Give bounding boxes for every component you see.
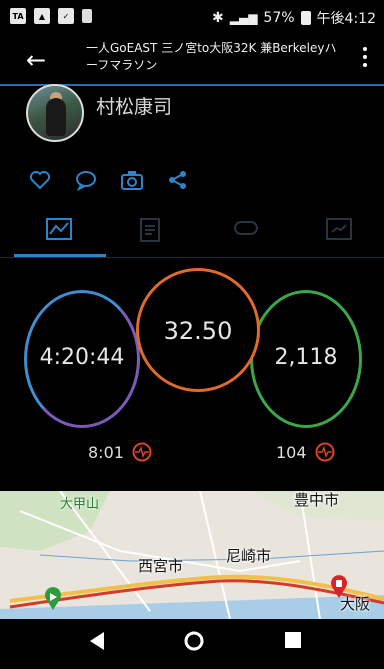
tab-overview[interactable] [46,218,72,242]
pace-value: 8:01 [88,442,124,462]
more-options-icon[interactable] [362,47,368,67]
battery-percent: 57% [263,10,295,26]
status-right: ✱ ▂▄▆ 57% 午後4:12 [212,8,376,28]
android-nav-bar [0,619,384,669]
shield-icon: ✓ [58,8,74,24]
heart-rate-stat: 104 [276,442,335,462]
comment-icon[interactable] [74,168,98,192]
tab-bar [0,208,384,258]
ta-app-icon: TA [10,8,26,24]
heart-rate-value: 104 [276,442,307,462]
map-label-toyonaka: 豊中市 [294,491,340,509]
recents-nav-icon[interactable] [284,631,302,649]
start-pin-icon [45,587,61,610]
share-icon[interactable] [166,168,190,192]
map-label-kabutoyama: 大甲山 [60,497,100,512]
time-ring: 4:20:44 [24,290,140,428]
notification-icon [82,9,92,23]
distance-value: 32.50 [163,317,233,345]
calories-ring: 2,118 [250,290,362,428]
home-nav-icon[interactable] [184,631,204,651]
activity-title: 一人GoEAST 三ノ宮to大阪32K 兼Berkeleyハーフマラソン [86,41,337,72]
clock: 午後4:12 [316,11,376,27]
avatar[interactable] [26,84,84,142]
image-icon: ▲ [34,8,50,24]
back-nav-icon[interactable] [88,631,106,651]
calories-value: 2,118 [274,345,338,370]
camera-icon[interactable] [120,168,144,192]
route-map[interactable]: 大甲山 豊中市 西宮市 尼崎市 大阪 [0,491,384,619]
status-left-icons: TA ▲ ✓ [10,8,92,24]
user-name[interactable]: 村松康司 [96,92,172,119]
battery-icon [300,11,311,25]
back-arrow-icon[interactable]: ← [26,46,46,74]
heartbeat-icon [132,442,152,462]
tab-charts[interactable] [326,218,352,242]
finish-pin-icon [331,575,347,598]
app-bar: ← 一人GoEAST 三ノ宮to大阪32K 兼Berkeleyハーフマラソン [0,34,384,84]
map-label-amagasaki: 尼崎市 [226,547,272,565]
elapsed-time: 4:20:44 [39,345,125,370]
distance-ring: 32.50 [136,268,260,392]
tab-laps[interactable] [232,218,258,242]
tabs-divider [0,257,384,258]
map-label-nishinomiya: 西宮市 [138,557,184,575]
status-bar: TA ▲ ✓ ✱ ▂▄▆ 57% 午後4:12 [0,0,384,34]
action-row [28,168,190,192]
heartbeat-icon [315,442,335,462]
bluetooth-icon: ✱ [212,10,224,26]
like-heart-icon[interactable] [28,168,52,192]
signal-icon: ▂▄▆ [229,11,258,25]
pace-stat: 8:01 [88,442,152,462]
tab-stats[interactable] [140,218,166,242]
